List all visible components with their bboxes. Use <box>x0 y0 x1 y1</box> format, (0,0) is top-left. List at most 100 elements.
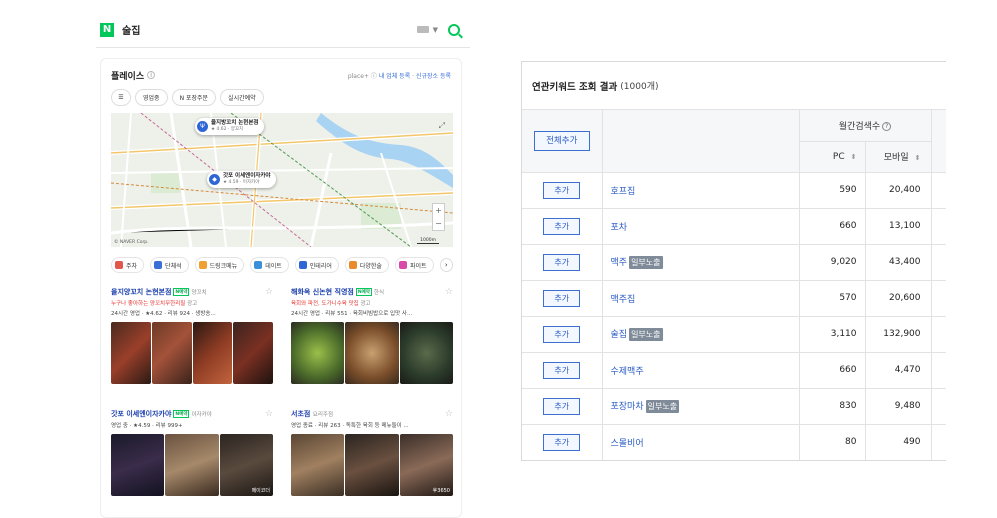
keyboard-icon[interactable] <box>416 26 429 33</box>
place-name[interactable]: 해화옥 신논현 직영점 <box>291 288 354 296</box>
places-links: place+ ⓘ 내 업체 등록 · 신규장소 등록 <box>347 72 451 80</box>
photo[interactable]: 후3650 <box>399 434 453 496</box>
sort-icon[interactable]: ⬍ <box>915 154 921 162</box>
keyword-link[interactable]: 포장마차 <box>611 402 644 412</box>
keyword-link[interactable]: 스몰비어 <box>611 439 644 449</box>
add-button[interactable]: 추가 <box>543 433 581 451</box>
place-name[interactable]: 서초점 <box>291 410 310 418</box>
pc-count: 3,110 <box>799 316 866 353</box>
extra-cell <box>931 316 946 353</box>
add-button[interactable]: 추가 <box>543 289 581 307</box>
add-button[interactable]: 추가 <box>543 217 581 235</box>
expand-map-icon[interactable]: ⤢ <box>439 121 445 131</box>
promo-text: 누구나 좋아하는 양꼬치무한리필 <box>111 301 186 307</box>
search-query[interactable]: 술집 <box>122 22 417 37</box>
keyword-link[interactable]: 맥주집 <box>611 295 636 305</box>
parking-icon <box>115 261 123 269</box>
table-row: 추가 맥주집 570 20,600 <box>522 280 946 317</box>
map-view[interactable]: Ψ 을지방꼬치 논현본점 ★ 4.62 · 양꼬치 ◆ 갓포 이세엔이자카야 ★… <box>111 113 453 247</box>
category-interior[interactable]: 인테리어 <box>294 257 339 273</box>
place-item[interactable]: 해화옥 신논현 직영점 N예약 한식 ☆ 육회와 파전, 도가니수육 맛집 광고 2… <box>291 287 453 384</box>
zoom-out-button[interactable]: − <box>433 217 444 230</box>
photo-strip[interactable]: 메이코더 <box>111 434 273 496</box>
place-name[interactable]: 을지양꼬치 논현본점 <box>111 288 171 296</box>
keyword-link[interactable]: 맥주 <box>611 258 628 268</box>
category-date[interactable]: 데이트 <box>250 257 289 273</box>
mobile-header[interactable]: 모바일 ⬍ <box>865 141 932 173</box>
add-button[interactable]: 추가 <box>543 253 581 271</box>
category-drink-menu[interactable]: 드링크메뉴 <box>194 257 245 273</box>
star-icon[interactable]: ☆ <box>265 287 273 297</box>
photo[interactable] <box>291 434 345 496</box>
mobile-count: 13,100 <box>865 208 932 245</box>
photo[interactable] <box>165 434 219 496</box>
add-button[interactable]: 추가 <box>543 181 581 199</box>
photo-strip[interactable]: 후3650 <box>291 434 453 496</box>
add-button[interactable]: 추가 <box>543 361 581 379</box>
naver-logo[interactable]: N <box>100 22 114 37</box>
star-icon[interactable]: ☆ <box>265 409 273 419</box>
place-plus-brand[interactable]: place+ <box>348 73 369 80</box>
category-label: 단체석 <box>165 262 182 270</box>
keyword-cell: 포장마차 일부노출 <box>602 388 800 425</box>
monthly-search-header: 월간검색수? <box>799 110 932 142</box>
liquor-icon <box>348 261 357 269</box>
chip-takeout-order[interactable]: N 포장주문 <box>171 89 217 106</box>
screenshot-root: N 술집 ▼ 플레이스 i place+ ⓘ 내 업체 등록 · 신규장소 등록… <box>0 0 997 518</box>
category-label: 데이트 <box>265 262 282 270</box>
photo[interactable] <box>345 434 399 496</box>
star-icon[interactable]: ☆ <box>445 409 453 419</box>
select-all-button[interactable]: 전체추가 <box>533 130 590 151</box>
photo[interactable] <box>345 322 399 384</box>
photo[interactable]: 메이코더 <box>219 434 273 496</box>
add-button[interactable]: 추가 <box>543 397 581 415</box>
photo[interactable] <box>291 322 345 384</box>
map-pin-1[interactable]: Ψ 을지방꼬치 논현본점 ★ 4.62 · 양꼬치 <box>195 118 265 135</box>
category-group-seat[interactable]: 단체석 <box>150 257 189 273</box>
monthly-search-label: 월간검색수 <box>838 121 881 132</box>
category-various-drinks[interactable]: 다양한술 <box>344 257 389 273</box>
keyword-table: 전체추가 월간검색수? PC ⬍ 모바일 ⬍ 추가 호프집 590 20,400 추가 포차 6… <box>522 110 946 460</box>
photo[interactable] <box>233 322 273 384</box>
chevron-right-icon[interactable]: › <box>439 258 453 272</box>
chevron-down-icon[interactable]: ▼ <box>433 26 438 34</box>
photo-strip[interactable] <box>111 322 273 384</box>
place-item[interactable]: 을지양꼬치 논현본점 N예약 양꼬치 ☆ 누구나 좋아하는 양꼬치무한리필 광고 2… <box>111 287 273 384</box>
photo[interactable] <box>192 322 233 384</box>
help-icon[interactable]: ? <box>882 121 892 131</box>
sort-icon[interactable]: ⬍ <box>851 153 857 161</box>
photo[interactable] <box>111 434 165 496</box>
photo-strip[interactable] <box>291 322 453 384</box>
chip-open-now[interactable]: 영업중 <box>135 89 168 106</box>
partial-exposure-badge: 일부노출 <box>629 328 663 341</box>
category-parking[interactable]: 주차 <box>111 257 145 273</box>
place-name[interactable]: 갓포 이세엔이자카야 <box>111 410 171 418</box>
pc-header[interactable]: PC ⬍ <box>799 141 866 173</box>
filter-icon[interactable]: ☰ <box>111 89 131 106</box>
place-item[interactable]: 서초점 요리주점 ☆ 영업 종료 · 리뷰 263 · 독특한 육회 등 메뉴들… <box>291 409 453 496</box>
keyword-link[interactable]: 수제맥주 <box>611 367 644 377</box>
map-pin-2[interactable]: ◆ 갓포 이세엔이자카야 ★ 4.59 · 이자카야 <box>207 171 277 188</box>
photo[interactable] <box>151 322 192 384</box>
place-item[interactable]: 갓포 이세엔이자카야 N예약 이자카야 ☆ 영업 중 · ★4.59 · 리뷰 99… <box>111 409 273 496</box>
keyword-cell: 호프집 <box>602 172 800 209</box>
photo[interactable] <box>399 322 453 384</box>
search-icon[interactable] <box>448 23 460 36</box>
places-card: 플레이스 i place+ ⓘ 내 업체 등록 · 신규장소 등록 ☰ 영업중 … <box>100 58 462 518</box>
keyword-link[interactable]: 술집 <box>611 330 628 340</box>
chip-live-reservation[interactable]: 실시간예약 <box>220 89 264 106</box>
zoom-in-button[interactable]: + <box>433 204 444 217</box>
keyword-link[interactable]: 호프집 <box>611 187 636 197</box>
keyword-link[interactable]: 포차 <box>611 223 628 233</box>
promo-text: 육회와 파전, 도가니수육 맛집 <box>291 301 359 307</box>
add-cell: 추가 <box>522 172 603 209</box>
star-icon[interactable]: ☆ <box>445 287 453 297</box>
table-row: 추가 맥주 일부노출 9,020 43,400 <box>522 244 946 281</box>
photo[interactable] <box>111 322 151 384</box>
mobile-count: 132,900 <box>865 316 932 353</box>
new-place-link[interactable]: 신규장소 등록 <box>416 73 451 80</box>
register-business-link[interactable]: 내 업체 등록 <box>379 73 410 80</box>
category-fight[interactable]: 파이트 <box>394 257 434 273</box>
add-button[interactable]: 추가 <box>543 325 581 343</box>
info-icon[interactable]: i <box>147 71 156 79</box>
